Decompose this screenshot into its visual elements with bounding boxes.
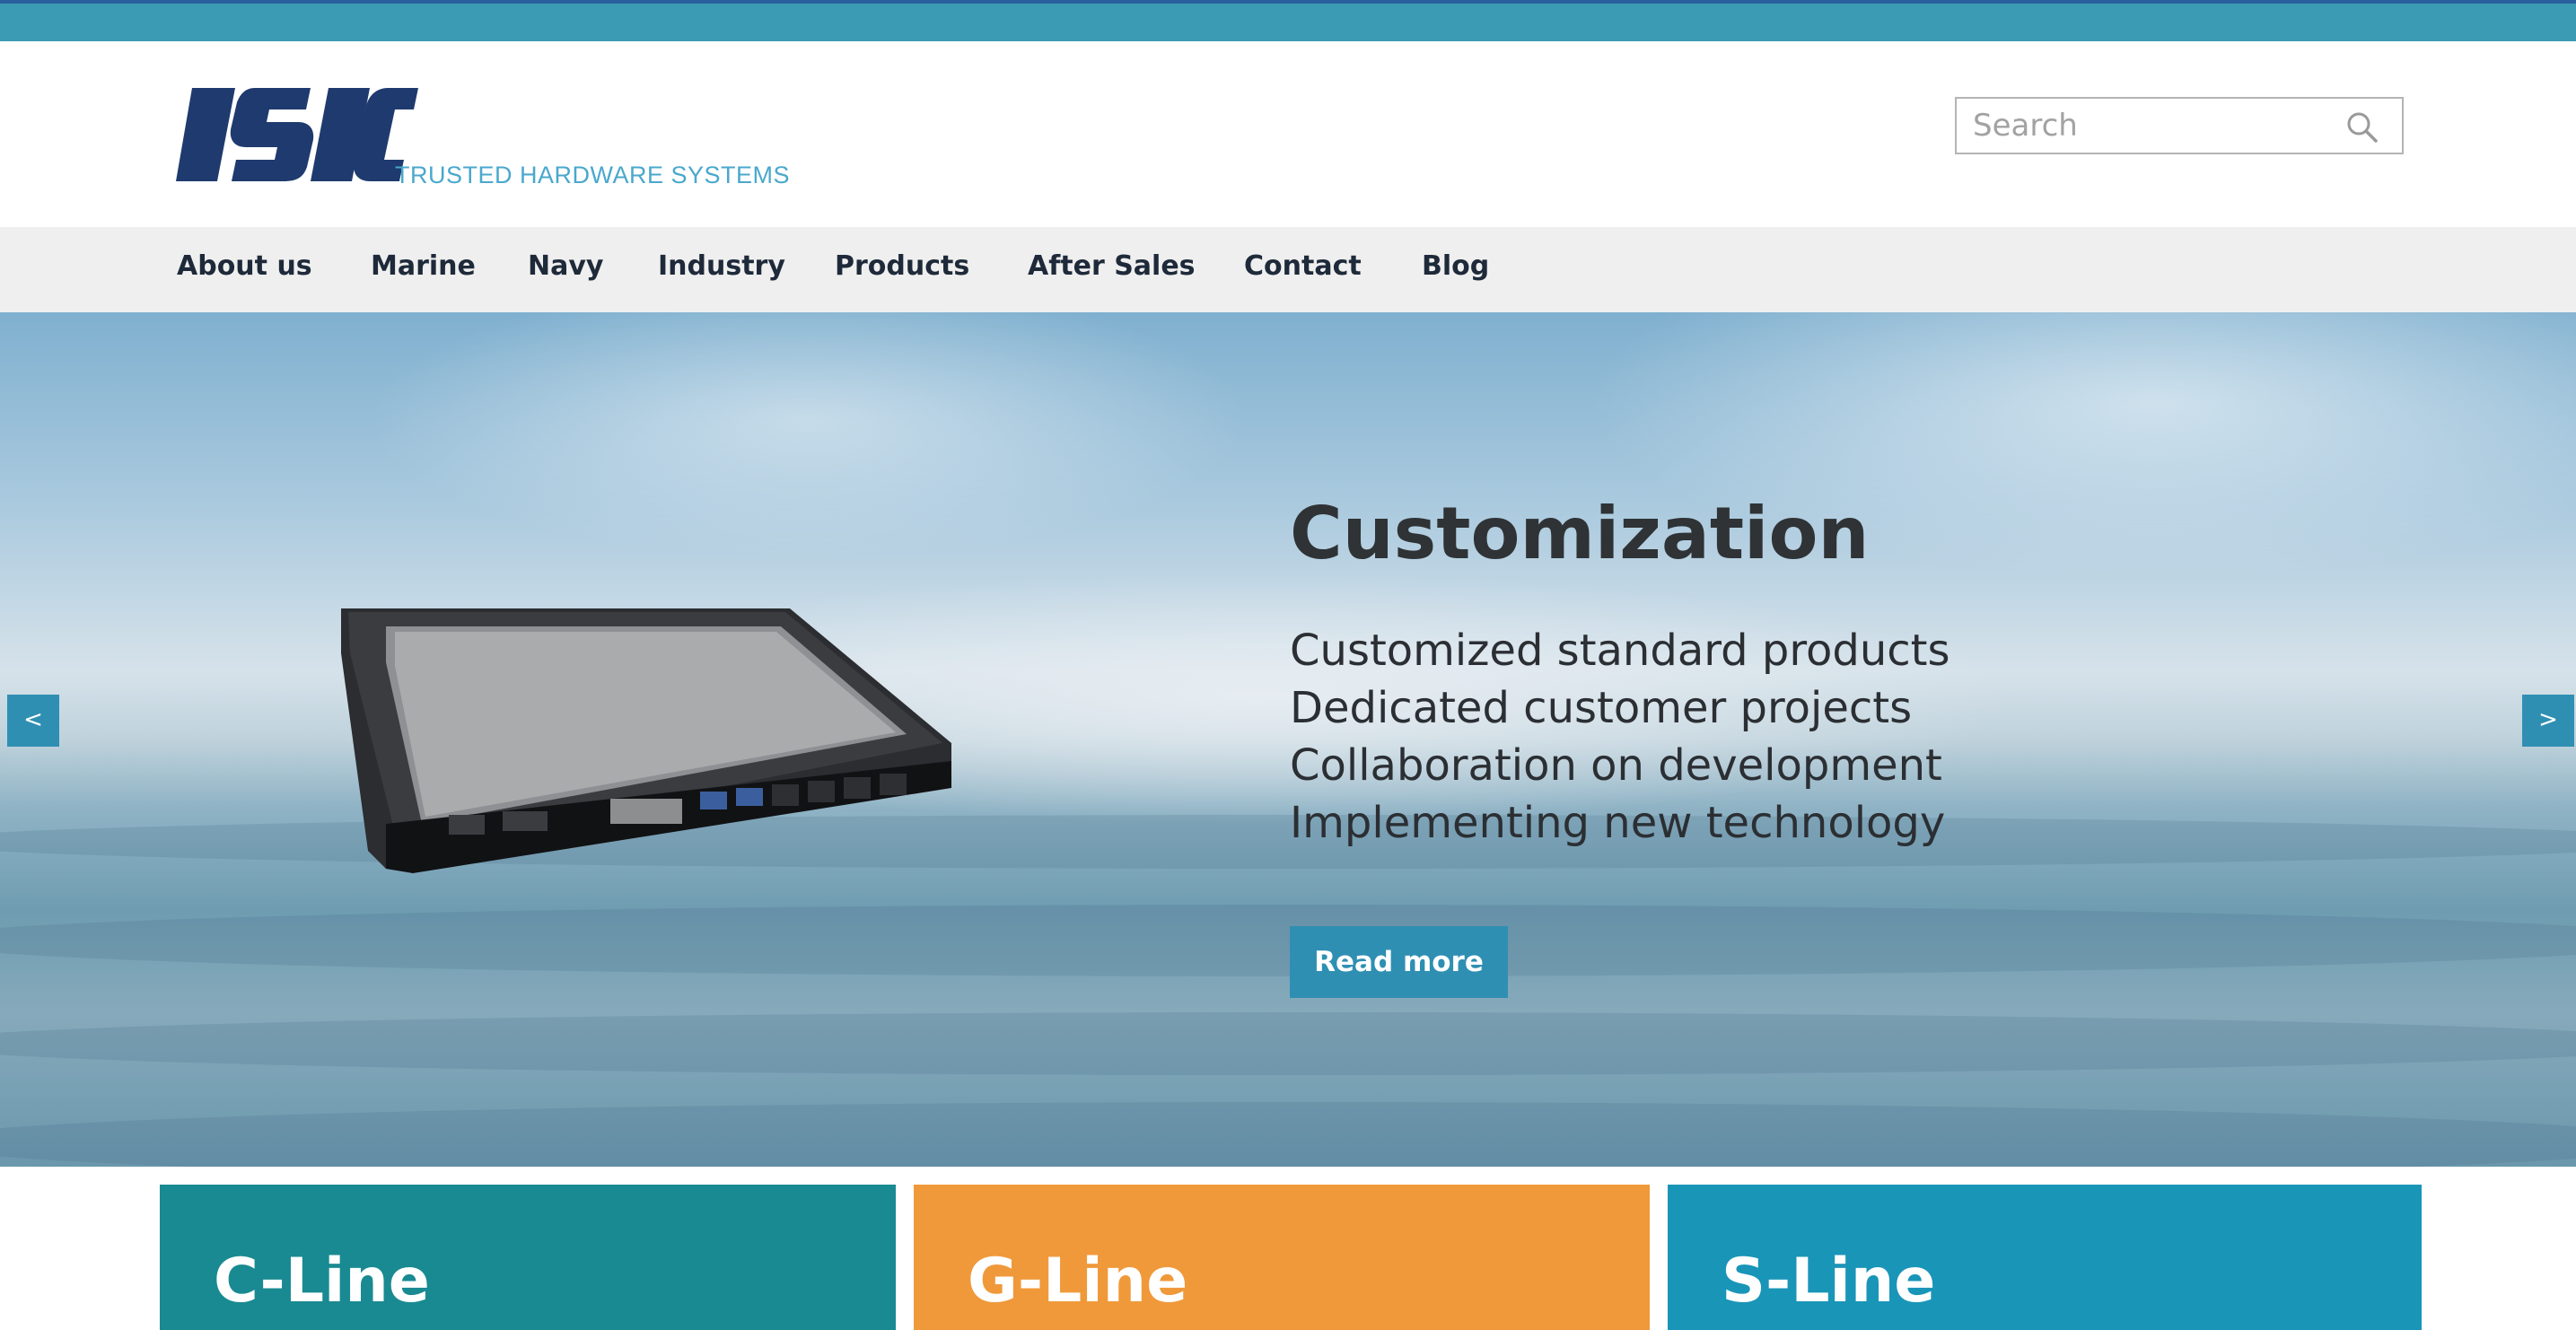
- nav-item-contact[interactable]: Contact: [1244, 250, 1362, 282]
- sea-wave: [0, 1012, 2576, 1075]
- search-input[interactable]: [1957, 99, 2343, 153]
- read-more-button[interactable]: Read more: [1290, 926, 1508, 998]
- slider-prev-button[interactable]: <: [7, 695, 59, 747]
- site-header: TRUSTED HARDWARE SYSTEMS: [0, 41, 2576, 227]
- nav-item-blog[interactable]: Blog: [1422, 250, 1489, 282]
- card-title: G-Line: [968, 1246, 1188, 1317]
- main-nav: About us Marine Navy Industry Products A…: [0, 227, 2576, 312]
- nav-item-after-sales[interactable]: After Sales: [1028, 250, 1196, 282]
- nav-item-about-us[interactable]: About us: [177, 250, 312, 282]
- card-s-line[interactable]: S-Line: [1668, 1185, 2422, 1330]
- isic-logo[interactable]: TRUSTED HARDWARE SYSTEMS: [176, 86, 790, 188]
- nav-item-products[interactable]: Products: [835, 250, 969, 282]
- search-box: [1955, 97, 2404, 154]
- search-icon[interactable]: [2344, 109, 2380, 145]
- nav-item-navy[interactable]: Navy: [528, 250, 603, 282]
- card-title: C-Line: [214, 1246, 430, 1317]
- panel-pc-image: [341, 608, 951, 873]
- nav-item-industry[interactable]: Industry: [658, 250, 785, 282]
- slide-bullets: Customized standard products Dedicated c…: [1290, 622, 1950, 852]
- top-accent-bar: [0, 0, 2576, 41]
- hero-slider: Customization Customized standard produc…: [0, 312, 2576, 1167]
- sea-wave: [0, 1102, 2576, 1167]
- slide-line: Collaboration on development: [1290, 740, 1942, 791]
- nav-item-marine[interactable]: Marine: [371, 250, 476, 282]
- slide-line: Customized standard products: [1290, 626, 1950, 676]
- logo-tagline: TRUSTED HARDWARE SYSTEMS: [395, 162, 791, 188]
- isic-logo-mark: [176, 88, 418, 181]
- slide-line: Implementing new technology: [1290, 798, 1946, 848]
- slide-title: Customization: [1290, 492, 1870, 575]
- card-c-line[interactable]: C-Line: [160, 1185, 896, 1330]
- card-title: S-Line: [1722, 1246, 1936, 1317]
- sea-wave: [0, 905, 2576, 976]
- slide-line: Dedicated customer projects: [1290, 683, 1913, 733]
- card-g-line[interactable]: G-Line: [914, 1185, 1650, 1330]
- slider-next-button[interactable]: >: [2522, 695, 2574, 747]
